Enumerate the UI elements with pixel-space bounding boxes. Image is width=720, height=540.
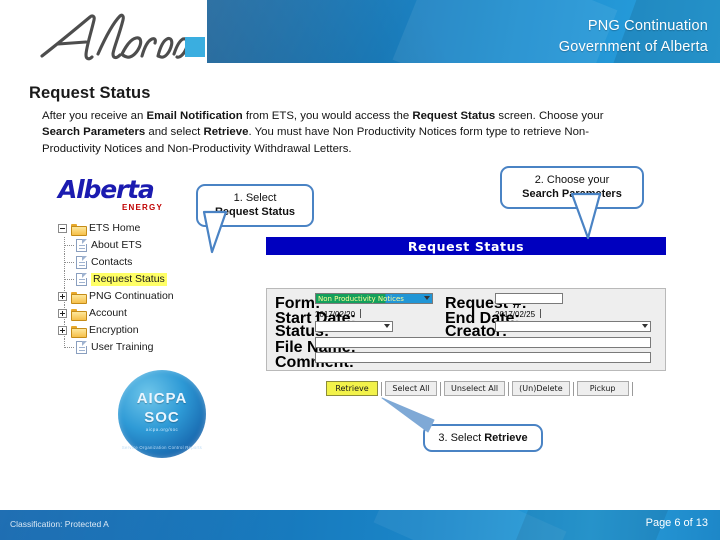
- callout-1-line1: 1. Select: [233, 192, 277, 204]
- chevron-down-icon: [384, 324, 390, 328]
- alberta-energy-logo-division: ENERGY: [122, 203, 163, 212]
- soc-badge-text: AICPA SOC: [118, 390, 206, 428]
- alberta-wordmark-logo: [34, 8, 209, 66]
- callout-3-bold: Retrieve: [484, 432, 528, 444]
- ets-navigation-tree: ETS Home About ETS Contacts Request Stat…: [58, 220, 174, 356]
- footer-classification: Classification: Protected A: [10, 519, 109, 529]
- paragraph-seg-2: from ETS, you would access the: [242, 110, 413, 122]
- alberta-energy-logo-name: Alberta: [58, 175, 155, 204]
- wordmark-accent-square: [185, 37, 205, 57]
- tree-row-account[interactable]: Account: [58, 305, 174, 322]
- request-number-input[interactable]: [495, 293, 563, 304]
- paragraph-seg-4: and select: [145, 126, 204, 139]
- header-title-group: PNG Continuation Government of Alberta: [559, 16, 708, 58]
- document-icon: [76, 239, 87, 252]
- folder-icon: [71, 308, 87, 321]
- tree-connector: [64, 339, 74, 348]
- end-date-value[interactable]: 2017/02/25: [495, 310, 535, 319]
- start-date-caret: [360, 309, 361, 318]
- tree-label-contacts: Contacts: [91, 256, 133, 269]
- tree-row-contacts[interactable]: Contacts: [58, 254, 174, 271]
- callout-3-tail: [381, 392, 448, 434]
- soc-badge-line1: AICPA: [136, 390, 188, 407]
- body-paragraph: After you receive an Email Notification …: [42, 108, 622, 157]
- paragraph-bold-search-parameters: Search Parameters: [42, 126, 146, 139]
- header-title-line1: PNG Continuation: [587, 18, 708, 34]
- tree-label-about-ets: About ETS: [91, 239, 142, 252]
- tree-row-request-status[interactable]: Request Status: [58, 271, 174, 288]
- tree-connector: [64, 271, 74, 288]
- paragraph-bold-request-status: Request Status: [412, 110, 496, 122]
- folder-icon: [71, 325, 87, 338]
- paragraph-bold-email-notification: Email Notification: [146, 110, 243, 122]
- button-divider: [508, 381, 510, 396]
- header-blue-band: PNG Continuation Government of Alberta: [207, 0, 720, 63]
- tree-row-root[interactable]: ETS Home: [58, 220, 174, 237]
- form-select-value: Non Productivity Notices: [318, 295, 404, 303]
- ets-button-row: Retrieve Select All Unselect All (Un)Del…: [326, 381, 636, 396]
- folder-icon: [71, 291, 87, 304]
- tree-row-encryption[interactable]: Encryption: [58, 322, 174, 339]
- button-divider: [572, 381, 574, 396]
- callout-1-tail: [196, 210, 266, 260]
- tree-label-png-continuation: PNG Continuation: [89, 290, 174, 303]
- form-select[interactable]: Non Productivity Notices: [315, 293, 433, 304]
- soc-badge-sub: aicpa.org/soc: [145, 427, 179, 432]
- callout-2-tail: [566, 192, 626, 244]
- soc-badge-line2: SOC: [144, 408, 180, 426]
- folder-icon: [71, 223, 87, 236]
- page-title: Request Status: [29, 84, 151, 102]
- callout-2-line1: 2. Choose your: [534, 174, 610, 186]
- button-divider: [631, 381, 633, 396]
- tree-row-about-ets[interactable]: About ETS: [58, 237, 174, 254]
- pickup-button[interactable]: Pickup: [576, 381, 629, 396]
- retrieve-button[interactable]: Retrieve: [326, 381, 378, 396]
- tree-label-root: ETS Home: [89, 222, 141, 235]
- creator-select[interactable]: [495, 321, 651, 332]
- start-date-value[interactable]: 2017/02/20: [315, 310, 355, 319]
- tree-label-request-status: Request Status: [91, 273, 167, 286]
- un-delete-button[interactable]: (Un)Delete: [512, 381, 570, 396]
- expander-minus-icon[interactable]: [58, 224, 67, 233]
- header-title-line2: Government of Alberta: [558, 39, 708, 56]
- slide-footer: Classification: Protected A Page 6 of 13: [0, 510, 720, 540]
- tree-label-encryption: Encryption: [89, 324, 139, 337]
- ets-banner-title: Request Status: [407, 238, 525, 254]
- chevron-down-icon: [424, 296, 430, 300]
- unselect-all-button[interactable]: Unselect All: [444, 381, 506, 396]
- expander-plus-icon[interactable]: [58, 309, 67, 318]
- comment-input[interactable]: [315, 352, 651, 363]
- tree-label-account: Account: [89, 307, 127, 320]
- document-icon: [76, 273, 87, 286]
- soc-badge-ring-text: Service Organization Control Reports: [121, 445, 203, 450]
- slide-header: PNG Continuation Government of Alberta: [0, 0, 720, 70]
- tree-row-png-continuation[interactable]: PNG Continuation: [58, 288, 174, 305]
- paragraph-seg-3: screen. Choose your: [495, 110, 604, 122]
- slide: PNG Continuation Government of Alberta R…: [0, 0, 720, 540]
- alberta-energy-logo: Alberta ENERGY: [58, 177, 166, 217]
- paragraph-bold-retrieve: Retrieve: [203, 126, 249, 139]
- end-date-caret: [540, 309, 541, 318]
- footer-page-number: Page 6 of 13: [645, 517, 708, 529]
- expander-plus-icon[interactable]: [58, 292, 67, 301]
- expander-plus-icon[interactable]: [58, 326, 67, 335]
- ets-search-parameters-panel: Form: Non Productivity Notices Request #…: [266, 288, 666, 371]
- document-icon: [76, 341, 87, 354]
- file-name-input[interactable]: [315, 337, 651, 348]
- document-icon: [76, 256, 87, 269]
- aicpa-soc-badge: AICPA SOC aicpa.org/soc Service Organiza…: [118, 370, 206, 458]
- tree-label-user-training: User Training: [91, 341, 154, 354]
- chevron-down-icon: [642, 324, 648, 328]
- tree-connector: [64, 254, 74, 271]
- tree-connector: [64, 237, 74, 254]
- status-select[interactable]: [315, 321, 393, 332]
- paragraph-seg-1: After you receive an: [42, 110, 147, 122]
- tree-row-user-training[interactable]: User Training: [58, 339, 174, 356]
